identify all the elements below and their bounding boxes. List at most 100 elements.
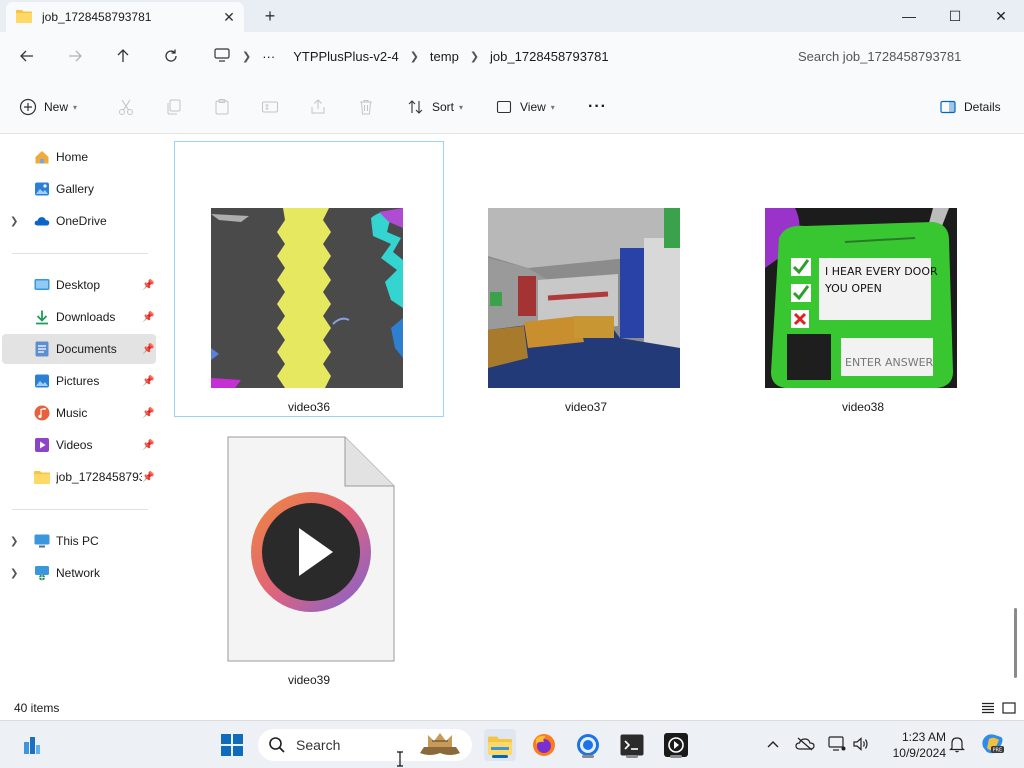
- search-input[interactable]: Search job_1728458793781: [782, 40, 1018, 72]
- rename-icon: [260, 97, 280, 117]
- breadcrumb-more[interactable]: ···: [262, 49, 275, 64]
- taskbar-firefox[interactable]: [528, 729, 560, 761]
- pin-icon[interactable]: 📌: [142, 312, 154, 323]
- sidebar-item-network[interactable]: ❯ Network: [2, 558, 156, 588]
- scissors-icon: [116, 97, 136, 117]
- breadcrumb-temp[interactable]: temp: [430, 49, 459, 64]
- media-player-file-icon: [227, 436, 395, 662]
- chevron-right-icon: ❯: [409, 50, 419, 63]
- home-icon: [34, 149, 50, 165]
- documents-icon: [34, 341, 50, 357]
- view-button[interactable]: View ▾: [494, 94, 555, 120]
- delete-button[interactable]: [356, 94, 382, 120]
- taskbar-ytp-app[interactable]: [660, 729, 692, 761]
- rename-button[interactable]: [260, 94, 286, 120]
- onedrive-tray-icon[interactable]: [794, 733, 816, 755]
- tab-active[interactable]: job_1728458793781 ✕: [6, 2, 244, 32]
- chevron-right-icon[interactable]: ❯: [10, 536, 18, 547]
- close-window-button[interactable]: ✕: [978, 0, 1024, 32]
- taskbar-file-explorer[interactable]: [484, 729, 516, 761]
- vertical-scrollbar[interactable]: [1014, 608, 1017, 678]
- trash-icon: [356, 97, 376, 117]
- breadcrumb-job[interactable]: job_1728458793781: [490, 49, 609, 64]
- sidebar-item-label: Pictures: [56, 374, 100, 388]
- sort-label: Sort: [432, 100, 455, 114]
- taskbar-chrome[interactable]: [572, 729, 604, 761]
- details-view-button[interactable]: [980, 700, 996, 716]
- back-button[interactable]: [11, 42, 43, 70]
- status-bar: 40 items: [0, 696, 1024, 720]
- new-tab-button[interactable]: +: [256, 4, 284, 28]
- widgets-button[interactable]: [16, 729, 48, 761]
- download-arrow-icon: [34, 309, 50, 325]
- sort-button[interactable]: Sort ▾: [406, 94, 463, 120]
- chevron-right-icon[interactable]: ❯: [10, 568, 18, 579]
- pictures-icon: [34, 373, 50, 389]
- network-tray-icon[interactable]: [826, 733, 848, 755]
- ethernet-monitor-icon: [828, 736, 846, 751]
- command-bar: New ▾ Sort ▾ View ▾ ··· Details: [0, 80, 1024, 134]
- sidebar-item-pictures[interactable]: Pictures 📌: [2, 366, 156, 396]
- view-label: View: [520, 100, 546, 114]
- sidebar-item-music[interactable]: Music 📌: [2, 398, 156, 428]
- tiles-view-button[interactable]: [1001, 700, 1017, 716]
- file-name: video38: [841, 400, 885, 414]
- thumb-caption-line1: I HEAR EVERY DOOR: [825, 265, 938, 278]
- copy-button[interactable]: [164, 94, 190, 120]
- up-arrow-icon: [117, 49, 129, 62]
- forward-button[interactable]: [59, 42, 91, 70]
- start-button[interactable]: [216, 729, 248, 761]
- view-icon: [494, 97, 514, 117]
- cut-button[interactable]: [116, 94, 142, 120]
- desktop-icon: [34, 277, 50, 293]
- sidebar-item-label: Music: [56, 406, 88, 420]
- maximize-button[interactable]: ☐: [932, 0, 978, 32]
- notifications-button[interactable]: [946, 733, 968, 755]
- sidebar-item-this-pc[interactable]: ❯ This PC: [2, 526, 156, 556]
- sidebar-item-gallery[interactable]: Gallery: [2, 174, 156, 204]
- taskbar-clock[interactable]: 1:23 AM 10/9/2024: [880, 729, 946, 761]
- paste-button[interactable]: [212, 94, 238, 120]
- sidebar-item-documents[interactable]: Documents 📌: [2, 334, 156, 364]
- file-item-video38[interactable]: I HEAR EVERY DOOR YOU OPEN ENTER ANSWER …: [728, 141, 998, 417]
- taskbar-search[interactable]: Search: [258, 729, 472, 761]
- pin-icon[interactable]: 📌: [142, 376, 154, 387]
- volume-tray-icon[interactable]: [850, 733, 872, 755]
- tab-title: job_1728458793781: [42, 10, 152, 24]
- taskbar-terminal[interactable]: [616, 729, 648, 761]
- pin-icon[interactable]: 📌: [142, 280, 154, 291]
- sidebar-item-job-folder[interactable]: job_17284587937 📌: [2, 462, 156, 492]
- sidebar-item-home[interactable]: Home: [2, 142, 156, 172]
- address-bar[interactable]: ❯ ··· YTPPlusPlus-v2-4 ❯ temp ❯ job_1728…: [204, 40, 770, 72]
- pin-icon[interactable]: 📌: [142, 408, 154, 419]
- new-button[interactable]: New ▾: [18, 94, 77, 120]
- copilot-button[interactable]: PRE: [980, 733, 1006, 755]
- pin-icon[interactable]: 📌: [142, 344, 154, 355]
- refresh-button[interactable]: [155, 42, 187, 70]
- pin-icon[interactable]: 📌: [142, 472, 154, 483]
- refresh-icon: [165, 49, 177, 62]
- breadcrumb-ytpplusplus[interactable]: YTPPlusPlus-v2-4: [293, 49, 398, 64]
- show-hidden-icons-button[interactable]: [762, 733, 784, 755]
- onedrive-cloud-icon: [34, 213, 50, 229]
- pin-icon[interactable]: 📌: [142, 440, 154, 451]
- file-item-video36[interactable]: video36: [174, 141, 444, 417]
- cloud-offline-icon: [795, 737, 815, 751]
- sidebar-item-downloads[interactable]: Downloads 📌: [2, 302, 156, 332]
- share-button[interactable]: [308, 94, 334, 120]
- more-options-button[interactable]: ···: [588, 94, 607, 120]
- sidebar-item-label: Downloads: [56, 310, 116, 324]
- minimize-button[interactable]: —: [886, 0, 932, 32]
- up-button[interactable]: [107, 42, 139, 70]
- tab-close-icon[interactable]: ✕: [214, 2, 244, 32]
- video-thumbnail: [488, 208, 680, 388]
- mouse-cursor-icon: [396, 751, 404, 767]
- music-icon: [34, 405, 50, 421]
- sidebar-item-onedrive[interactable]: ❯ OneDrive: [2, 206, 156, 236]
- file-item-video39[interactable]: video39: [174, 431, 444, 695]
- chevron-right-icon[interactable]: ❯: [10, 216, 18, 227]
- sidebar-item-videos[interactable]: Videos 📌: [2, 430, 156, 460]
- file-item-video37[interactable]: video37: [451, 141, 721, 417]
- sidebar-item-desktop[interactable]: Desktop 📌: [2, 270, 156, 300]
- details-pane-button[interactable]: Details: [938, 94, 1001, 120]
